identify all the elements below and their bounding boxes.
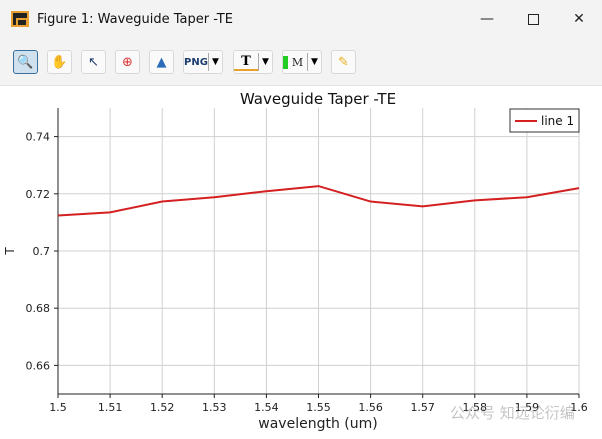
legend: line 1 (509, 108, 580, 133)
mountain-icon: ▲ (156, 54, 167, 70)
watermark: 公众号 知远论衍编 (450, 404, 575, 422)
png-export-button[interactable]: PNG ▼ (183, 50, 223, 74)
x-tick-label: 1.55 (306, 401, 331, 414)
maximize-button[interactable] (510, 0, 556, 38)
app-icon (11, 11, 29, 27)
plot-area[interactable]: Waveguide Taper -TE wavelength (um) T 1.… (0, 86, 602, 439)
maximize-icon (527, 13, 539, 25)
chevron-down-icon[interactable]: ▼ (307, 53, 321, 71)
close-button[interactable]: ✕ (556, 0, 602, 38)
chart-title: Waveguide Taper -TE (240, 90, 396, 108)
draw-button[interactable]: ✎ (331, 50, 356, 74)
png-export-icon: PNG (184, 56, 208, 68)
toolbar: 🔍 ✋ ↖ ⊕ ▲ PNG ▼ T ▼ M ▼ ✎ (0, 38, 602, 86)
chevron-down-icon[interactable]: ▼ (208, 53, 222, 71)
x-tick-label: 1.53 (202, 401, 227, 414)
x-axis-label: wavelength (um) (258, 416, 377, 432)
pan-hand-icon: ✋ (51, 54, 68, 70)
x-tick-label: 1.56 (358, 401, 383, 414)
x-tick-label: 1.54 (254, 401, 279, 414)
marker-icon: M (283, 55, 307, 69)
text-button[interactable]: T ▼ (233, 50, 273, 74)
y-tick-label: 0.72 (26, 188, 51, 201)
chevron-down-icon[interactable]: ▼ (258, 53, 272, 71)
title-bar: Figure 1: Waveguide Taper -TE — ✕ (0, 0, 602, 38)
zoom-region-icon: ⊕ (122, 54, 133, 70)
x-tick-label: 1.52 (150, 401, 175, 414)
y-tick-label: 0.7 (33, 245, 51, 258)
zoom-button[interactable]: 🔍 (13, 50, 38, 74)
pan-button[interactable]: ✋ (47, 50, 72, 74)
window-title: Figure 1: Waveguide Taper -TE (37, 11, 233, 27)
y-tick-label: 0.68 (26, 302, 51, 315)
pencil-icon: ✎ (338, 54, 349, 70)
zoom-region-button[interactable]: ⊕ (115, 50, 140, 74)
y-tick-label: 0.66 (26, 359, 51, 372)
select-button[interactable]: ↖ (81, 50, 106, 74)
select-arrow-icon: ↖ (88, 54, 99, 70)
marker-button[interactable]: M ▼ (282, 50, 322, 74)
y-tick-label: 0.74 (26, 131, 51, 144)
y-axis-label: T (3, 247, 17, 256)
minimize-button[interactable]: — (464, 0, 510, 38)
text-icon: T (234, 54, 258, 71)
x-tick-label: 1.51 (98, 401, 123, 414)
minimize-icon: — (480, 11, 494, 27)
view-3d-button[interactable]: ▲ (149, 50, 174, 74)
zoom-icon: 🔍 (17, 54, 34, 70)
x-tick-label: 1.57 (410, 401, 435, 414)
legend-label: line 1 (541, 114, 574, 128)
x-tick-label: 1.5 (49, 401, 67, 414)
close-icon: ✕ (573, 11, 585, 27)
